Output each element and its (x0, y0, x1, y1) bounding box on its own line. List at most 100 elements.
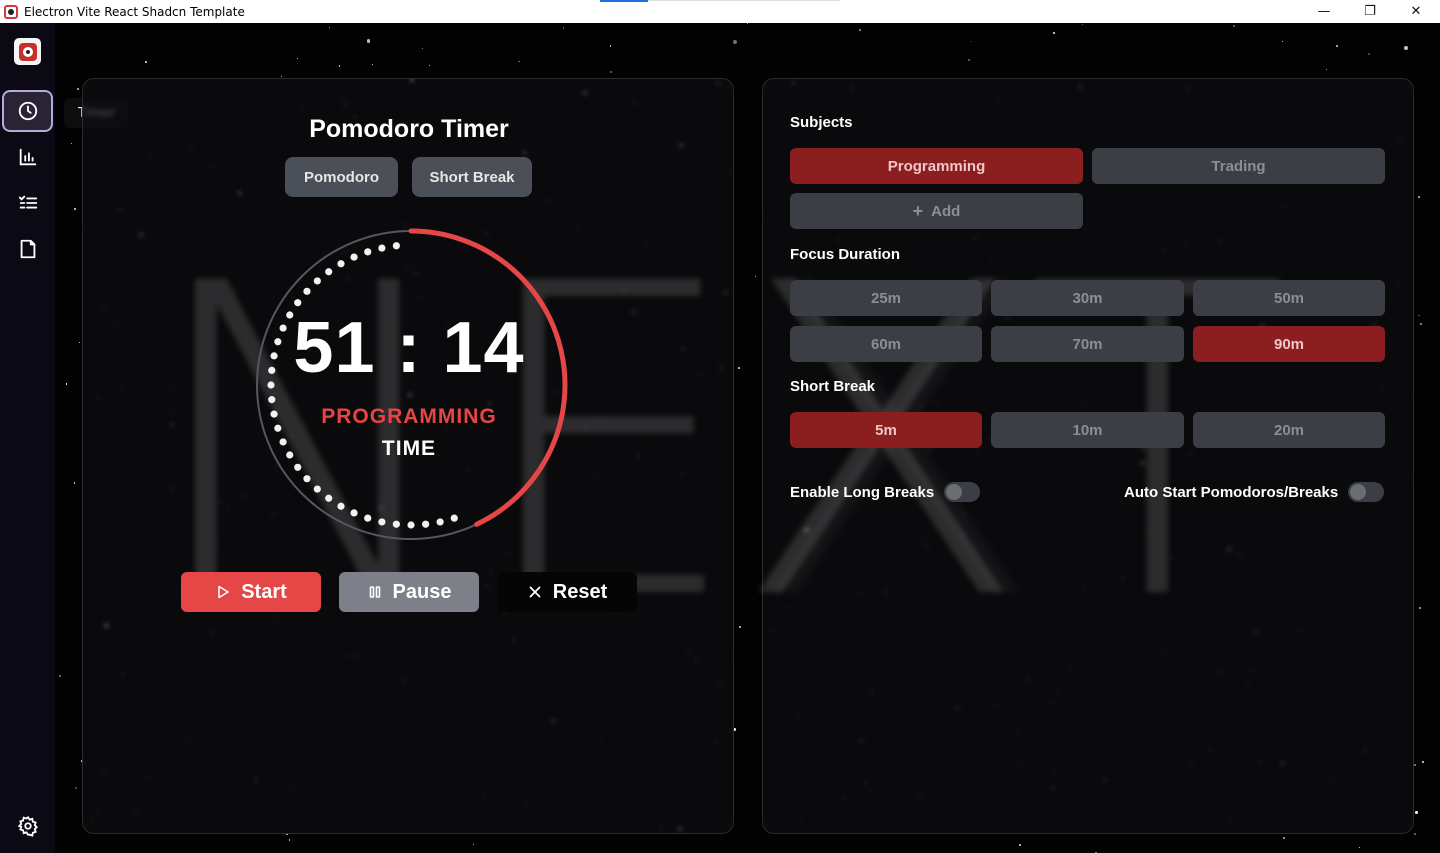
app-logo (14, 38, 41, 65)
start-label: Start (241, 580, 287, 603)
focus-duration-label: Focus Duration (790, 246, 901, 263)
timer-dot (392, 242, 400, 250)
gear-icon (17, 815, 38, 837)
auto-start-label: Auto Start Pomodoros/Breaks (1124, 483, 1339, 501)
title-bar-divider (648, 0, 840, 1)
star (78, 342, 80, 344)
focus-option[interactable]: 50m (1193, 280, 1385, 316)
timer-dot (325, 268, 333, 276)
star (1018, 844, 1021, 847)
short-break-option[interactable]: 20m (1193, 412, 1385, 448)
star (1403, 46, 1408, 51)
timer-dot (294, 463, 302, 471)
focus-option-selected[interactable]: 90m (1193, 326, 1385, 362)
star (73, 482, 76, 485)
timer-dot (407, 521, 415, 529)
long-breaks-row: Enable Long Breaks (790, 482, 981, 502)
star (1415, 811, 1419, 814)
reset-label: Reset (552, 580, 608, 603)
star (1414, 833, 1417, 836)
focus-option[interactable]: 70m (991, 326, 1184, 362)
star (967, 59, 970, 61)
star (1422, 761, 1425, 764)
star (609, 45, 612, 47)
star (1367, 52, 1370, 55)
timer-dot (325, 494, 333, 502)
star (70, 142, 73, 145)
time-caption: TIME (381, 437, 437, 460)
mode-short-break-button[interactable]: Short Break (412, 157, 532, 197)
short-break-option[interactable]: 10m (991, 412, 1184, 448)
timer-title: Pomodoro Timer (309, 115, 509, 143)
star (73, 208, 76, 210)
focus-option[interactable]: 25m (790, 280, 982, 316)
star (1053, 32, 1056, 35)
star (1336, 44, 1339, 47)
minimize-button[interactable]: — (1301, 0, 1347, 23)
sidebar (0, 23, 55, 853)
star (472, 843, 474, 845)
subjects-label: Subjects (790, 114, 853, 131)
plus-icon: + (912, 200, 924, 221)
close-button[interactable]: ✕ (1393, 0, 1439, 23)
mode-pomodoro-button[interactable]: Pomodoro (285, 157, 398, 197)
auto-start-toggle[interactable] (1348, 482, 1385, 502)
sidebar-item-timer[interactable] (2, 90, 53, 132)
timer-dot (350, 253, 358, 261)
start-button[interactable]: Start (181, 572, 321, 612)
long-breaks-toggle[interactable] (944, 482, 981, 502)
star (338, 65, 341, 67)
sidebar-item-stats[interactable] (2, 136, 53, 178)
app-icon (4, 4, 18, 19)
timer-dot (303, 475, 311, 483)
star (328, 26, 330, 28)
sidebar-item-settings[interactable] (2, 805, 53, 847)
focus-option[interactable]: 60m (790, 326, 982, 362)
subject-trading-button[interactable]: Trading (1092, 148, 1385, 184)
pause-button[interactable]: Pause (339, 572, 479, 612)
star (371, 64, 373, 65)
star (971, 40, 973, 42)
star (428, 64, 431, 67)
star (77, 88, 79, 90)
star (1358, 847, 1361, 849)
play-icon (218, 585, 230, 599)
sidebar-item-notes[interactable] (2, 228, 53, 270)
star (1419, 607, 1421, 610)
file-icon (20, 239, 35, 259)
settings-panel: XT Subjects Programming Trading + Add Fo… (733, 78, 1414, 834)
reset-button[interactable]: Reset (497, 572, 637, 612)
star (296, 57, 299, 60)
window-title: Electron Vite React Shadcn Template (24, 4, 245, 19)
star (859, 29, 861, 31)
title-bar: Electron Vite React Shadcn Template — ❐ … (0, 0, 1440, 23)
star (1283, 837, 1285, 839)
timer-dot (350, 509, 358, 517)
timer-panel: NEX Pomodoro Timer Pomodoro Short Break … (82, 78, 1043, 834)
star (59, 674, 62, 677)
timer-dot (364, 514, 372, 522)
current-subject-label: PROGRAMMING (321, 405, 497, 428)
star (366, 39, 371, 43)
short-break-option-selected[interactable]: 5m (790, 412, 982, 448)
timer-dot (450, 514, 458, 522)
bar-chart-icon (19, 148, 36, 166)
star (288, 839, 290, 841)
subject-programming-button[interactable]: Programming (790, 148, 1083, 184)
checklist-icon (18, 195, 37, 209)
star (732, 39, 738, 44)
short-break-label: Short Break (790, 378, 876, 395)
timer-dot (378, 518, 386, 526)
timer-dot (422, 520, 430, 528)
sidebar-item-tasks[interactable] (2, 182, 53, 224)
add-subject-button[interactable]: + Add (790, 193, 1083, 229)
timer-dot (313, 485, 321, 493)
maximize-button[interactable]: ❐ (1347, 0, 1393, 23)
star (65, 383, 68, 385)
auto-start-row: Auto Start Pomodoros/Breaks (1124, 482, 1385, 502)
focus-option[interactable]: 30m (991, 280, 1184, 316)
star (1281, 40, 1284, 42)
pause-label: Pause (392, 580, 452, 603)
star (74, 787, 77, 790)
timer-dot (303, 287, 311, 295)
